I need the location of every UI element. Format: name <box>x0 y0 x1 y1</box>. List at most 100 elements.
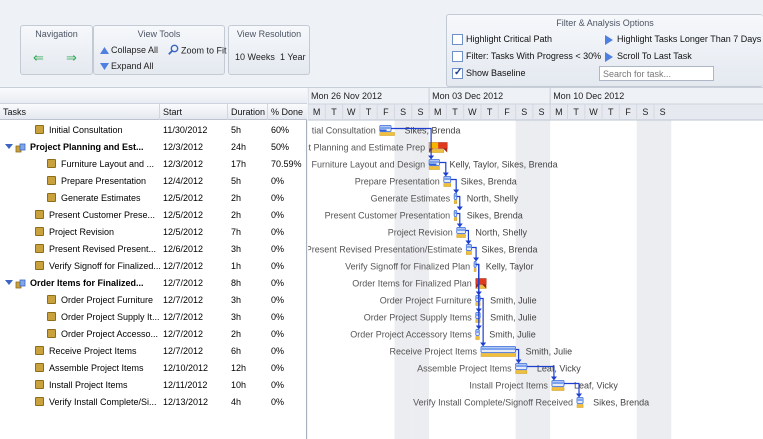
gantt-task-bar-shine <box>456 228 466 231</box>
task-name: Order Project Furniture <box>61 295 154 305</box>
table-row[interactable]: Assemble Project Items 12/10/2012 12h 0% <box>0 360 307 377</box>
zoom-to-fit-button[interactable]: Zoom to Fit <box>168 44 227 58</box>
gantt-summary-bar[interactable] <box>475 278 487 285</box>
gantt-task-bar-shine <box>379 126 392 129</box>
col-header-tasks[interactable]: Tasks <box>0 104 160 120</box>
gantt-baseline-bar <box>453 217 458 221</box>
dependency-line <box>465 229 470 242</box>
task-icon <box>47 159 56 169</box>
day-label: S <box>539 107 545 117</box>
collapse-all-button[interactable]: Collapse All <box>100 44 158 57</box>
gantt-baseline-bar <box>443 183 451 187</box>
task-name: Project Revision <box>49 227 115 237</box>
gantt-resource-label: Leaf, Vicky <box>537 364 581 374</box>
expand-down-icon <box>100 61 109 73</box>
collapse-toggle-icon[interactable] <box>5 280 13 286</box>
collapse-toggle-icon[interactable] <box>5 144 13 150</box>
task-name: Present Revised Present... <box>49 244 157 254</box>
nav-forward-arrow-icon[interactable]: ⇒ <box>66 51 77 64</box>
table-row[interactable]: Generate Estimates 12/5/2012 2h 0% <box>0 190 307 207</box>
gantt-resource-label: North, Shelly <box>475 228 527 238</box>
scroll-to-last-task-button[interactable]: Scroll To Last Task <box>605 50 692 62</box>
table-row[interactable]: Receive Project Items 12/7/2012 6h 0% <box>0 343 307 360</box>
resolution-1-year-button[interactable]: 1 Year <box>280 51 306 63</box>
gantt-resource-label: North, Shelly <box>467 194 519 204</box>
expand-all-button[interactable]: Expand All <box>100 60 154 73</box>
task-done-cell: 0% <box>271 227 285 237</box>
highlight-longer-tasks-button[interactable]: Highlight Tasks Longer Than 7 Days <box>605 33 761 45</box>
task-start-cell: 12/7/2012 <box>163 278 204 288</box>
task-duration-cell: 3h <box>231 244 242 254</box>
task-done-cell: 0% <box>271 193 285 203</box>
table-row[interactable]: Present Revised Present... 12/6/2012 3h 0% <box>0 241 307 258</box>
dependency-line <box>450 178 457 191</box>
dependency-arrow-icon <box>550 376 557 381</box>
task-done-cell: 0% <box>271 295 285 305</box>
gantt-task-bar-shine <box>515 364 527 367</box>
view-tools-group: View Tools Collapse All Zoom to Fit Expa… <box>93 25 227 75</box>
table-row[interactable]: Project Revision 12/5/2012 7h 0% <box>0 224 307 241</box>
gantt-baseline-bar <box>551 387 565 391</box>
toolbar: Navigation ⇐ ⇒ View Tools Collapse All Z… <box>0 0 763 88</box>
task-name-cell: Receive Project Items <box>35 343 160 360</box>
filter-progress-option[interactable]: Filter: Tasks With Progress < 30% <box>452 50 602 63</box>
table-row[interactable]: Install Project Items 12/11/2012 10h 0% <box>0 377 307 394</box>
task-start-cell: 12/5/2012 <box>163 193 204 203</box>
task-group-icon <box>15 142 26 153</box>
gantt-baseline-bar <box>453 200 458 204</box>
task-start-cell: 12/3/2012 <box>163 159 204 169</box>
dependency-arrow-icon <box>465 240 472 245</box>
dependency-arrow-icon <box>480 342 487 347</box>
task-name-cell: Initial Consultation <box>35 122 160 139</box>
gantt-resource-label: Sikes, Brenda <box>461 177 517 187</box>
filter-progress-label: Filter: Tasks With Progress < 30% <box>466 51 602 61</box>
table-row[interactable]: Verify Install Complete/Si... 12/13/2012 4… <box>0 394 307 411</box>
gantt-baseline-bar <box>576 404 584 408</box>
play-arrow-icon <box>605 51 613 62</box>
search-task-input[interactable] <box>599 66 714 81</box>
dependency-arrow-icon <box>475 325 482 330</box>
table-row[interactable]: Initial Consultation 11/30/2012 5h 60% <box>0 122 307 139</box>
highlight-critical-path-option[interactable]: Highlight Critical Path <box>452 33 552 46</box>
table-row[interactable]: Order Project Accesso... 12/7/2012 2h 0% <box>0 326 307 343</box>
table-row[interactable]: Order Project Furniture 12/7/2012 3h 0% <box>0 292 307 309</box>
show-baseline-checkbox[interactable] <box>452 67 463 80</box>
table-row[interactable]: Project Planning and Est... 12/3/2012 24h 5… <box>0 139 307 156</box>
gantt-task-bar-shine <box>443 177 451 180</box>
resolution-10-weeks-button[interactable]: 10 Weeks <box>235 51 275 63</box>
gantt-baseline-bar <box>475 336 480 340</box>
task-icon <box>47 193 56 203</box>
task-name: Install Project Items <box>49 380 128 390</box>
gantt-task-bar-shine <box>475 296 481 299</box>
table-row[interactable]: Order Items for Finalized... 12/7/2012 8h 0… <box>0 275 307 292</box>
timeline-day-header <box>308 104 763 120</box>
zoom-to-fit-label: Zoom to Fit <box>181 45 227 56</box>
gantt-resource-label: Smith, Julie <box>489 330 536 340</box>
gantt-task-bar-shine <box>475 313 481 316</box>
highlight-critical-path-checkbox[interactable] <box>452 34 463 46</box>
task-done-cell: 70.59% <box>271 159 302 169</box>
dependency-line <box>471 246 477 259</box>
view-tools-title: View Tools <box>137 29 181 39</box>
dependency-arrow-icon <box>473 257 480 262</box>
nav-back-arrow-icon[interactable]: ⇐ <box>33 51 44 64</box>
table-row[interactable]: Verify Signoff for Finalized... 12/7/2012… <box>0 258 307 275</box>
gantt-bar-label: Present Revised Presentation/Estimate <box>308 245 462 255</box>
col-header-duration[interactable]: Duration <box>228 104 268 120</box>
task-icon <box>47 329 56 339</box>
table-row[interactable]: Prepare Presentation 12/4/2012 5h 0% <box>0 173 307 190</box>
table-row[interactable]: Present Customer Prese... 12/5/2012 2h 0% <box>0 207 307 224</box>
gantt-resource-label: Sikes, Brenda <box>467 211 523 221</box>
day-label: F <box>625 107 631 117</box>
collapse-up-icon <box>100 45 109 57</box>
gantt-bar-label: Verify Signoff for Finalized Plan <box>345 262 470 272</box>
task-icon <box>35 227 44 237</box>
table-row[interactable]: Furniture Layout and ... 12/3/2012 17h 70.5… <box>0 156 307 173</box>
col-header-done[interactable]: % Done <box>268 104 307 120</box>
task-icon <box>35 261 44 271</box>
task-name-cell: Verify Signoff for Finalized... <box>35 258 160 275</box>
show-baseline-option[interactable]: Show Baseline <box>452 67 526 80</box>
col-header-start[interactable]: Start <box>160 104 228 120</box>
table-row[interactable]: Order Project Supply It... 12/7/2012 3h 0% <box>0 309 307 326</box>
filter-progress-checkbox[interactable] <box>452 51 463 63</box>
